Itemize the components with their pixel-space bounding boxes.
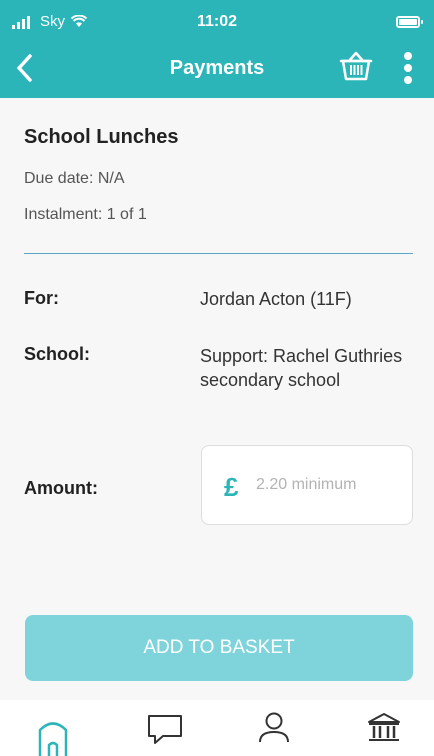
pound-icon: £ [224,472,239,502]
instalment: Instalment: 1 of 1 [24,206,147,223]
more-vertical-icon [404,52,412,84]
divider [24,253,413,254]
nav-bar: Payments [0,42,434,98]
school-label: School: [24,344,90,364]
school-value: Support: Rachel Guthries secondary schoo… [200,346,403,390]
add-to-basket-button[interactable]: ADD TO BASKET [25,615,413,681]
profile-icon [259,712,289,743]
amount-field[interactable]: £ [201,445,413,525]
bank-icon [368,713,400,741]
basket-icon [339,51,373,81]
basket-button[interactable] [338,48,374,84]
more-button[interactable] [398,48,418,88]
battery-icon [396,16,423,28]
tab-bank[interactable] [366,712,406,756]
due-date: Due date: N/A [24,170,125,187]
status-bar: Sky 11:02 [0,0,434,42]
status-time: 11:02 [196,13,238,30]
home-icon [38,722,68,756]
tab-bar [0,700,434,756]
for-value: Jordan Acton (11F) [200,289,352,309]
for-label: For: [24,288,59,308]
tab-home[interactable] [36,712,76,756]
chat-icon [148,715,182,744]
tab-messages[interactable] [146,712,186,756]
amount-input[interactable] [256,470,406,500]
payment-title: School Lunches [24,126,179,148]
amount-label: Amount: [24,478,98,498]
top-bar: Sky 11:02 Payments [0,0,434,98]
tab-profile[interactable] [256,712,296,756]
